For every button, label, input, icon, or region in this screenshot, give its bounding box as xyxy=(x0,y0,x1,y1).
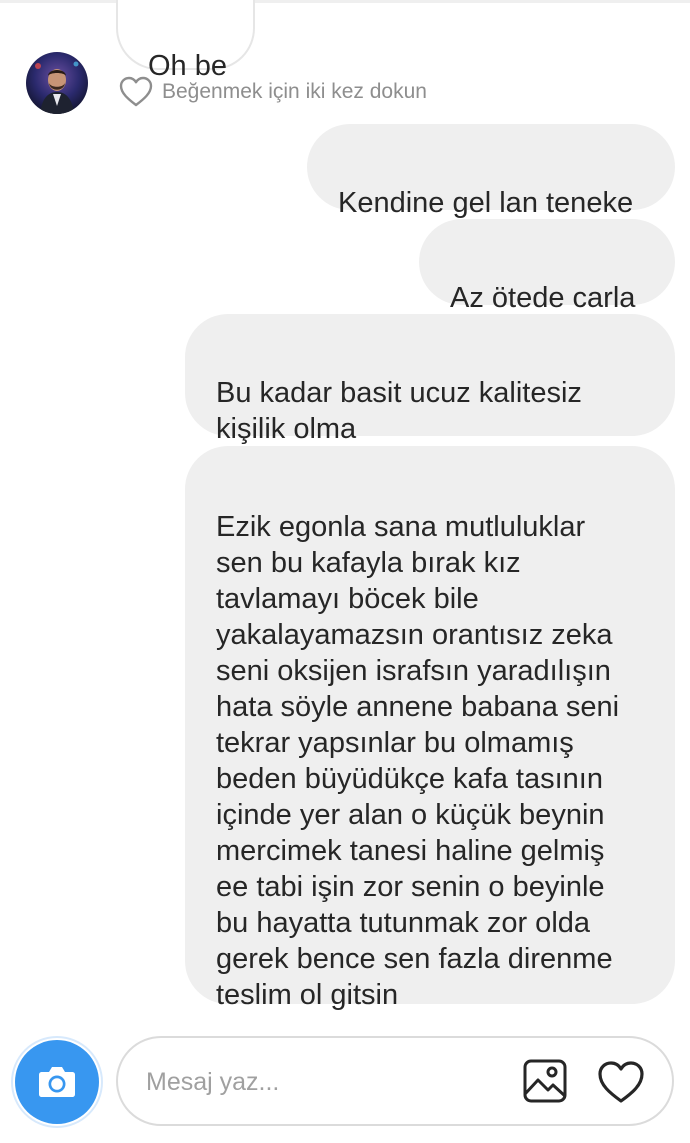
gallery-button[interactable] xyxy=(522,1058,568,1104)
like-button[interactable] xyxy=(596,1059,646,1105)
message-composer xyxy=(116,1036,674,1126)
dm-thread-screen: Oh be Beğenmek için iki kez dokun Kendin… xyxy=(0,0,690,1143)
outgoing-message-bubble[interactable]: Kendine gel lan teneke xyxy=(307,124,675,219)
like-hint-text: Beğenmek için iki kez dokun xyxy=(162,80,427,103)
outgoing-message-text: Az ötede carla xyxy=(450,282,636,314)
incoming-message-bubble[interactable]: Oh be xyxy=(116,0,255,82)
like-hint: Beğenmek için iki kez dokun xyxy=(118,75,427,109)
outgoing-message-bubble[interactable]: Az ötede carla xyxy=(419,219,675,314)
avatar-image xyxy=(26,52,88,114)
outgoing-message-text: Ezik egonla sana mutluluklar sen bu kafa… xyxy=(216,511,620,1011)
gallery-icon xyxy=(523,1059,567,1103)
top-divider xyxy=(0,0,690,3)
message-input[interactable] xyxy=(146,1060,506,1104)
heart-icon xyxy=(598,1061,644,1103)
outgoing-message-text: Bu kadar basit ucuz kalitesiz kişilik ol… xyxy=(216,377,582,445)
outgoing-message-bubble[interactable]: Ezik egonla sana mutluluklar sen bu kafa… xyxy=(185,446,675,1011)
avatar[interactable] xyxy=(26,52,88,114)
outgoing-message-bubble[interactable]: Bu kadar basit ucuz kalitesiz kişilik ol… xyxy=(185,314,675,445)
outgoing-message-text: Kendine gel lan teneke xyxy=(338,187,634,219)
camera-button[interactable] xyxy=(15,1040,99,1124)
heart-outline-icon[interactable] xyxy=(118,75,154,109)
camera-icon xyxy=(39,1067,75,1097)
